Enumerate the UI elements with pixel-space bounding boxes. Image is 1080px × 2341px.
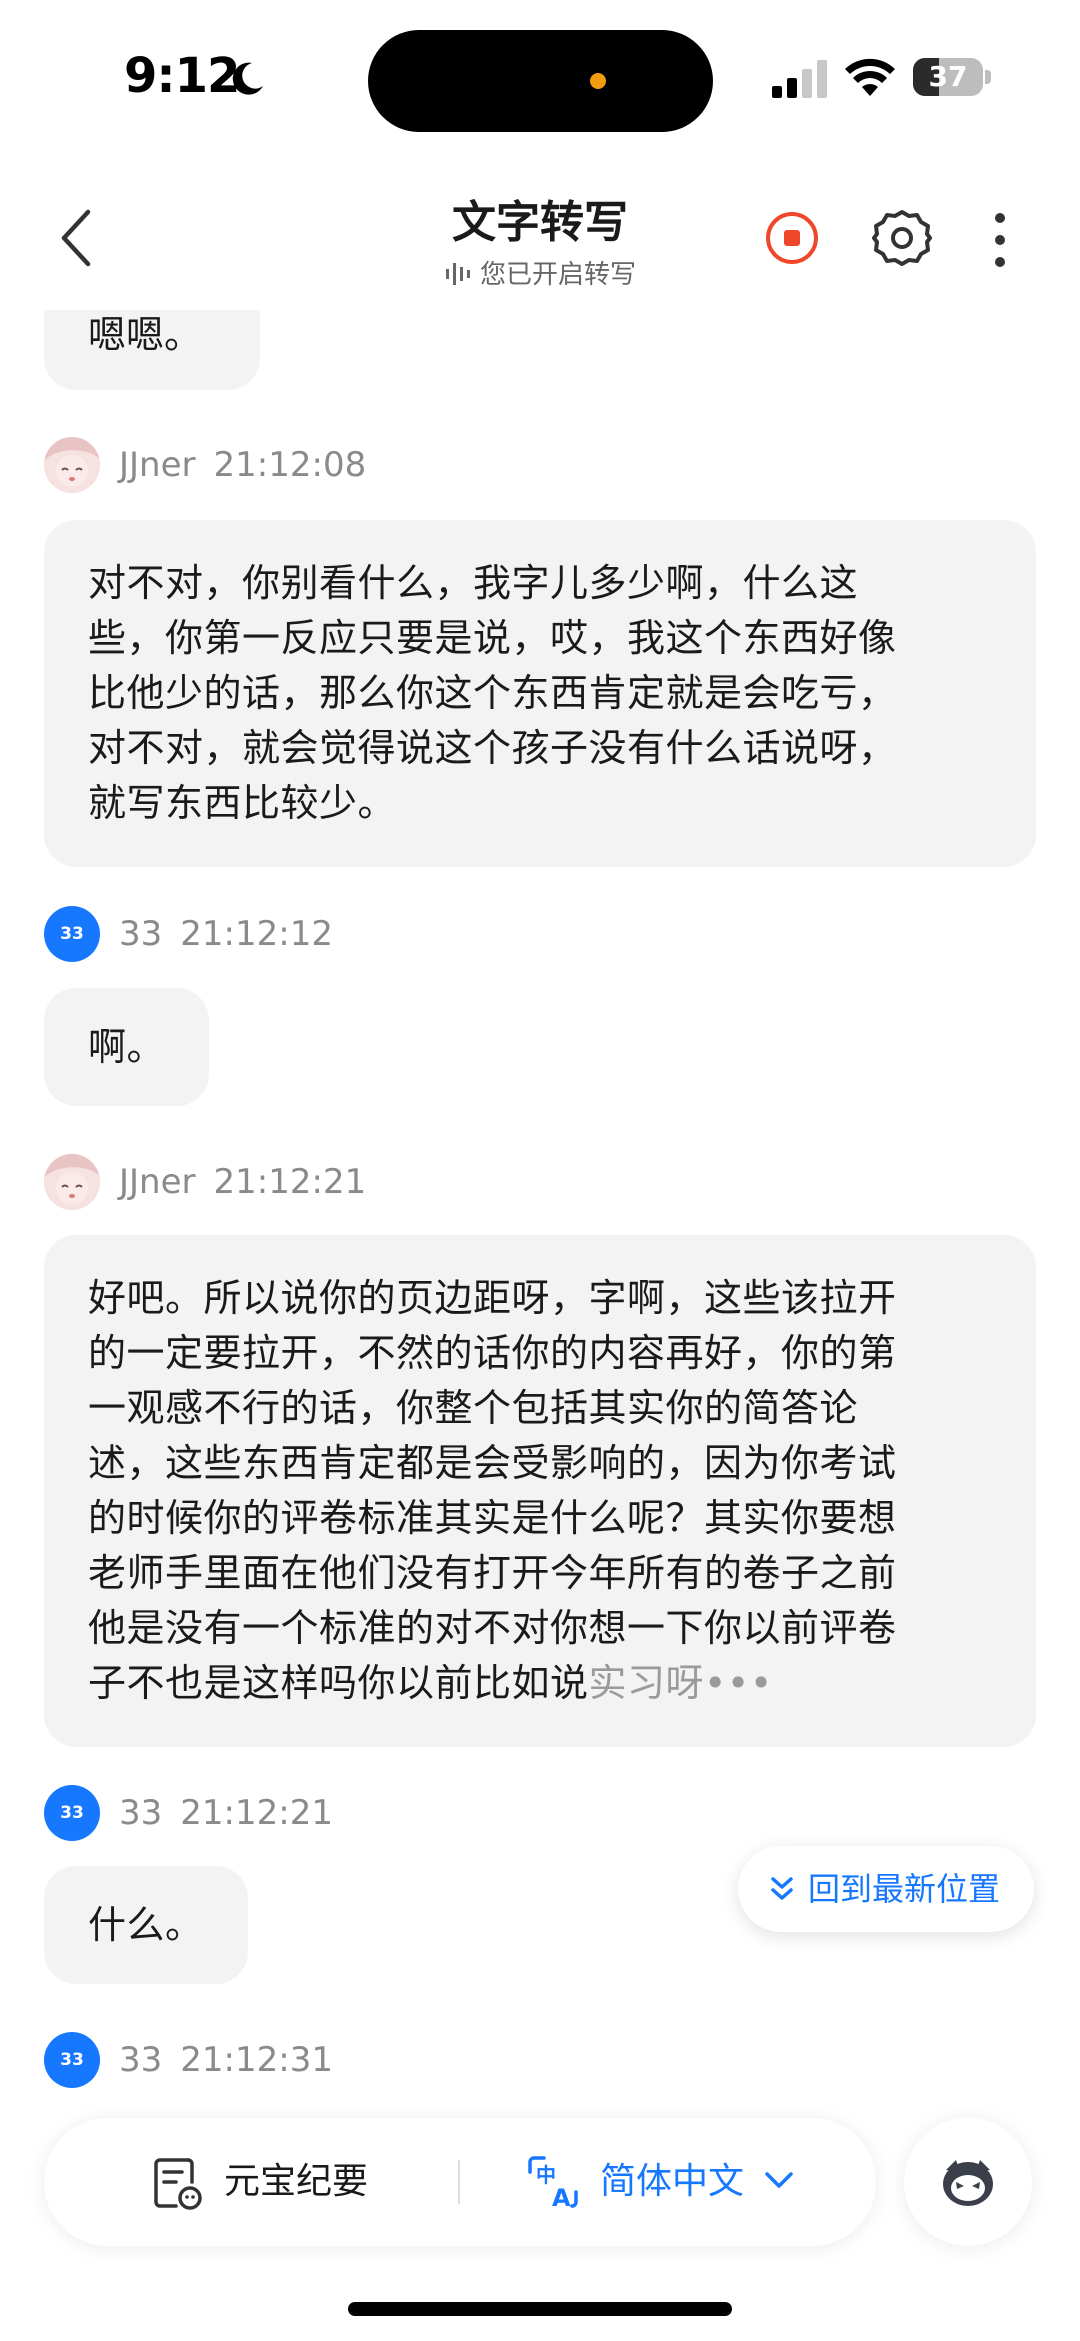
pending-transcript: 实习呀•••: [588, 1661, 773, 1705]
speaker-name: JJner: [119, 1162, 196, 1202]
assistant-icon: [943, 2160, 993, 2206]
message-bubble: 好吧。所以说你的页边距呀，字啊，这些该拉开 的一定要拉开，不然的话你的内容再好，…: [44, 1235, 1036, 1747]
battery-indicator: 37: [913, 58, 983, 96]
battery-text: 37: [928, 60, 968, 93]
message-time: 21:12:21: [180, 1793, 333, 1833]
speaker-name: JJner: [119, 445, 196, 485]
message-bubble: 对不对，你别看什么，我字儿多少啊，什么这 些，你第一反应只要是说，哎，我这个东西…: [44, 520, 1036, 867]
page-title: 文字转写: [452, 197, 628, 248]
message-line: 述，这些东西肯定都是会受影响的，因为你考试: [88, 1441, 897, 1485]
more-icon[interactable]: [990, 212, 1010, 268]
message-time: 21:12:08: [213, 445, 367, 485]
back-icon[interactable]: [56, 208, 96, 268]
jump-to-latest-button[interactable]: 回到最新位置: [738, 1846, 1034, 1932]
message-line: 好吧。所以说你的页边距呀，字啊，这些该拉开: [88, 1276, 897, 1320]
transcribe-status: 您已开启转写: [340, 254, 740, 291]
message-bubble: 什么。: [44, 1866, 248, 1984]
avatar[interactable]: 33: [44, 2032, 100, 2088]
avatar[interactable]: [44, 437, 100, 493]
message-line: 比他少的话，那么你这个东西肯定就是会吃亏，: [88, 671, 897, 715]
sound-wave-icon: [445, 263, 470, 285]
avatar[interactable]: [44, 1154, 100, 1210]
summary-label: 元宝纪要: [224, 2161, 369, 2202]
message-bubble: 啊。: [44, 988, 210, 1106]
message-time: 21:12:31: [180, 2040, 333, 2080]
message-line: 一观感不行的话，你整个包括其实你的简答论: [88, 1386, 859, 1430]
toolbar-divider: [458, 2160, 460, 2204]
translate-icon: 中 A: [528, 2156, 578, 2210]
message-time: 21:12:21: [213, 1162, 367, 1202]
message-line: 对不对，就会觉得说这个孩子没有什么话说呀，: [88, 726, 897, 770]
message-bubble: 嗯嗯。: [44, 310, 260, 390]
message-line: 就写东西比较少。: [88, 781, 397, 825]
avatar[interactable]: 33: [44, 906, 100, 962]
svg-text:A: A: [552, 2184, 571, 2210]
message-line: 对不对，你别看什么，我字儿多少啊，什么这: [88, 561, 859, 605]
speaker-meta: 33 21:12:31: [119, 2040, 333, 2080]
message-text: 什么。: [88, 1903, 204, 1947]
status-time: 9:12: [124, 48, 240, 104]
status-bar: 9:12 37: [0, 0, 1080, 150]
home-indicator[interactable]: [348, 2302, 732, 2316]
message-text: 啊。: [88, 1025, 166, 1069]
jump-to-latest-label: 回到最新位置: [808, 1870, 1001, 1908]
transcribe-status-text: 您已开启转写: [479, 260, 636, 290]
header: 文字转写 您已开启转写: [0, 150, 1080, 310]
speaker-meta: JJner 21:12:08: [119, 445, 366, 485]
avatar-illustration: [44, 437, 100, 493]
gear-icon[interactable]: [872, 208, 932, 268]
speaker-name: 33: [119, 1793, 163, 1833]
double-chevron-down-icon: [771, 1877, 793, 1900]
wifi-icon: [845, 58, 895, 96]
island-indicator: [590, 73, 606, 89]
avatar[interactable]: 33: [44, 1785, 100, 1841]
speaker-meta: JJner 21:12:21: [119, 1162, 366, 1202]
message-line: 他是没有一个标准的对不对你想一下你以前评卷: [88, 1606, 897, 1650]
battery-cap: [985, 70, 991, 84]
dynamic-island: [368, 30, 713, 132]
stop-record-icon[interactable]: [765, 211, 819, 265]
message-line: 子不也是这样吗你以前比如说实习呀•••: [88, 1656, 992, 1711]
moon-icon: [232, 62, 263, 95]
assistant-button[interactable]: [904, 2118, 1032, 2246]
message-line-text: 子不也是这样吗你以前比如说: [88, 1661, 589, 1705]
message-line: 的一定要拉开，不然的话你的内容再好，你的第: [88, 1331, 897, 1375]
summary-doc-icon: [154, 2158, 202, 2210]
message-line: 的时候你的评卷标准其实是什么呢？其实你要想: [88, 1496, 897, 1540]
summary-button[interactable]: 元宝纪要: [152, 2118, 368, 2246]
language-label: 简体中文: [600, 2161, 745, 2202]
message-line: 些，你第一反应只要是说，哎，我这个东西好像: [88, 616, 897, 660]
speaker-name: 33: [119, 914, 163, 954]
signal-icon: [772, 60, 827, 98]
bottom-toolbar: 元宝纪要 中 A 简体中文: [44, 2118, 876, 2246]
avatar-illustration: [44, 1154, 100, 1210]
speaker-meta: 33 21:12:12: [119, 914, 333, 954]
speaker-meta: 33 21:12:21: [119, 1793, 333, 1833]
message-time: 21:12:12: [180, 914, 333, 954]
chevron-down-icon: [765, 2172, 793, 2188]
speaker-name: 33: [119, 2040, 163, 2080]
language-select[interactable]: 中 A 简体中文: [526, 2118, 794, 2246]
message-line: 老师手里面在他们没有打开今年所有的卷子之前: [88, 1551, 897, 1595]
message-text: 嗯嗯。: [88, 313, 203, 357]
